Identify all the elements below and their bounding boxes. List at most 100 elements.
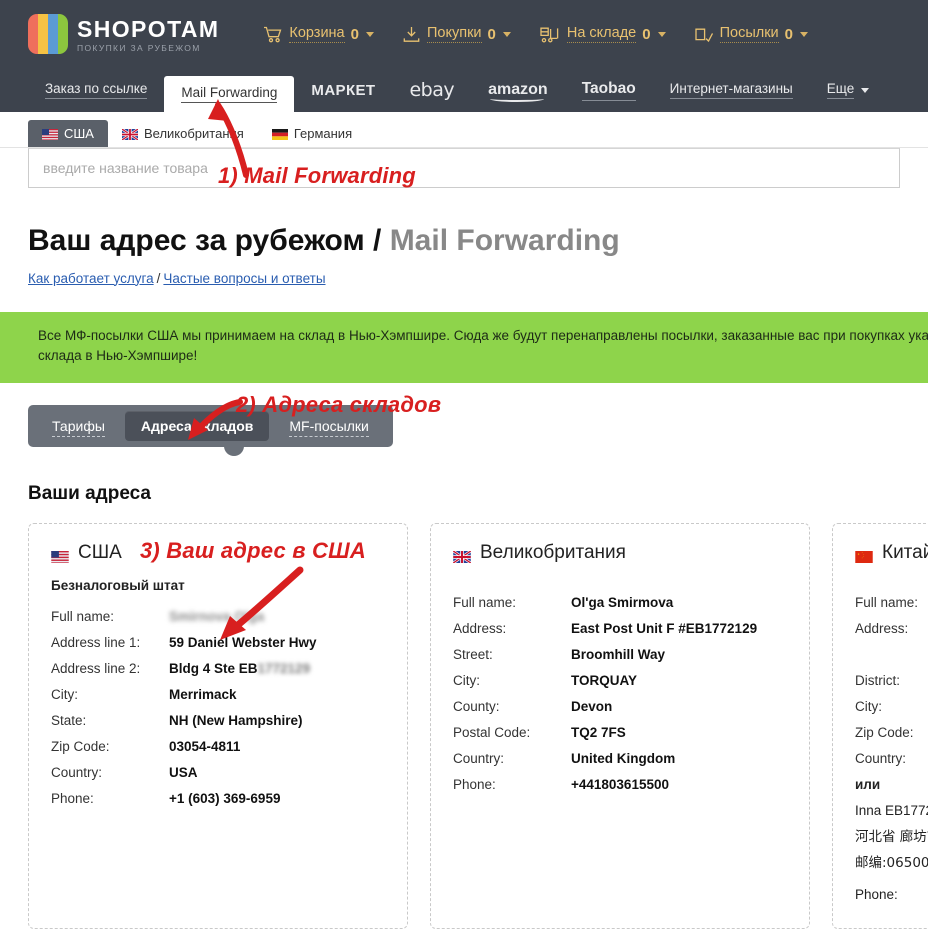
field-label: Address line 2: — [51, 661, 141, 677]
field-label: Country: — [51, 765, 103, 781]
field-value-address: East Post Unit F #EB1772129 — [571, 621, 758, 637]
site-logo[interactable]: SHOPOTAM ПОКУПКИ ЗА РУБЕЖОМ — [28, 14, 219, 54]
field-label — [855, 642, 928, 668]
field-label: State: — [51, 713, 87, 729]
china-phone-label: Phone: — [855, 887, 898, 903]
field-label: Postal Code: — [453, 725, 531, 741]
cn-flag-icon — [855, 547, 873, 564]
info-banner-text: Все МФ-посылки США мы принимаем на склад… — [38, 327, 928, 364]
nav-item-parcels-count: 0 — [784, 25, 793, 43]
subnav-item-market[interactable]: МАРКЕТ — [294, 68, 392, 112]
field-row: Address: East Post Unit F #EB1772129 — [453, 616, 787, 642]
subnav-label: МАРКЕТ — [311, 81, 376, 99]
logo-subtitle: ПОКУПКИ ЗА РУБЕЖОМ — [77, 42, 201, 53]
subnav-item-amazon[interactable]: amazon — [471, 68, 565, 112]
china-alt-label: или — [855, 777, 881, 793]
nav-item-parcels[interactable]: Посылки 0 — [694, 25, 808, 43]
tab-warehouse-addresses[interactable]: Адреса складов — [124, 411, 270, 442]
uk-flag-icon — [452, 547, 472, 565]
category-nav: Заказ по ссылке Mail Forwarding МАРКЕТ e… — [0, 68, 928, 112]
field-row: Phone: +441803615500 — [453, 772, 787, 798]
nav-item-cart[interactable]: Корзина 0 — [263, 25, 374, 43]
country-tab-label: Германия — [293, 126, 353, 141]
chevron-down-icon[interactable] — [657, 31, 666, 37]
chevron-down-icon[interactable] — [861, 87, 870, 93]
field-label: Phone: — [51, 791, 94, 807]
address-card-usa-title: США — [78, 542, 122, 564]
search-placeholder: введите название товара — [43, 160, 208, 176]
subnav-item-more[interactable]: Еще — [810, 68, 886, 112]
subnav-item-taobao[interactable]: Taobao — [565, 68, 653, 112]
field-value-country: United Kingdom — [571, 751, 676, 767]
tab-label: Тарифы — [52, 418, 105, 438]
subnav-item-ebay[interactable]: ebay — [392, 68, 471, 112]
subnav-label: ebay — [409, 79, 455, 101]
subnav-label: amazon — [488, 81, 548, 102]
address-card-uk: Великобритания Full name: Ol'ga Smirmova … — [430, 523, 810, 930]
address-card-usa: США Безналоговый штат Full name: Smirnova… — [28, 523, 408, 930]
country-tab-label: США — [64, 126, 94, 141]
link-faq[interactable]: Частые вопросы и ответы — [163, 271, 325, 286]
logo-mark-icon — [28, 14, 68, 54]
field-row: Street: Broomhill Way — [453, 642, 787, 668]
main-content: Ваш адрес за рубежом / Mail Forwarding К… — [0, 224, 928, 930]
link-separator: / — [156, 270, 161, 286]
field-row — [855, 642, 928, 668]
page-sublinks: Как работает услуга / Частые вопросы и отв… — [28, 271, 900, 286]
field-value-address-line-2: Bldg 4 Ste EB1772129 — [169, 661, 311, 677]
section-title: Ваши адреса — [28, 483, 151, 505]
field-label: Full name: — [51, 609, 115, 625]
field-value-phone: +441803615500 — [571, 777, 669, 793]
search-input[interactable]: введите название товара — [28, 148, 900, 188]
address-card-china: Китай Full name: Address: District: City… — [832, 523, 928, 930]
field-row: Full name: Smirnova Olga — [51, 604, 385, 630]
tab-mf-parcels[interactable]: MF-посылки — [273, 411, 384, 441]
field-row: Address line 1: 59 Daniel Webster Hwy — [51, 630, 385, 656]
field-row: State: NH (New Hampshire) — [51, 708, 385, 734]
subnav-item-online-stores[interactable]: Интернет-магазины — [653, 68, 810, 112]
link-how-it-works[interactable]: Как работает услуга — [28, 271, 154, 286]
chevron-down-icon[interactable] — [502, 31, 511, 37]
box-check-icon — [694, 26, 714, 43]
subnav-label: Еще — [826, 81, 855, 99]
subnav-item-order-by-link[interactable]: Заказ по ссылке — [28, 68, 164, 112]
field-row: Full name: Ol'ga Smirmova — [453, 590, 787, 616]
field-value-postal-code: TQ2 7FS — [571, 725, 626, 741]
field-row: Country: United Kingdom — [453, 746, 787, 772]
address-card-uk-header: Великобритания — [452, 542, 787, 565]
nav-item-parcels-label: Посылки — [719, 25, 779, 43]
country-tab-germany[interactable]: Германия — [258, 120, 366, 147]
tab-pointer-nub — [224, 446, 244, 457]
uk-flag-icon — [121, 128, 139, 141]
subnav-label: Mail Forwarding — [181, 85, 278, 103]
nav-item-cart-count: 0 — [350, 25, 359, 43]
chevron-down-icon[interactable] — [365, 31, 374, 37]
field-value-city: TORQUAY — [571, 673, 638, 689]
field-label: Address: — [453, 621, 507, 637]
field-row: Country: USA — [51, 760, 385, 786]
amazon-swoosh-icon — [490, 96, 544, 102]
country-tab-usa[interactable]: США — [28, 120, 108, 147]
address-card-uk-title: Великобритания — [480, 542, 626, 564]
nav-item-purchases[interactable]: Покупки 0 — [402, 25, 511, 43]
chevron-down-icon[interactable] — [799, 31, 808, 37]
account-nav: Корзина 0 Покупки 0 На складе 0 Посылки … — [263, 25, 808, 43]
field-label: City: — [453, 673, 480, 689]
address-card-usa-note: Безналоговый штат — [51, 578, 185, 594]
logo-title: SHOPOTAM — [77, 15, 220, 42]
country-tab-uk[interactable]: Великобритания — [108, 120, 258, 147]
page-title: Ваш адрес за рубежом / Mail Forwarding — [28, 224, 900, 259]
address-card-china-header: Китай — [855, 542, 928, 564]
field-row: District: — [855, 668, 928, 694]
subnav-label: Заказ по ссылке — [45, 81, 148, 99]
field-value-full-name: Smirnova Olga — [169, 609, 265, 625]
nav-item-warehouse[interactable]: На складе 0 — [539, 25, 666, 43]
nav-item-purchases-count: 0 — [487, 25, 496, 43]
tab-tariffs[interactable]: Тарифы — [36, 411, 121, 441]
country-tabs: США Великобритания Германия — [0, 112, 928, 148]
field-value-address-line-1: 59 Daniel Webster Hwy — [169, 635, 317, 651]
subnav-item-mail-forwarding[interactable]: Mail Forwarding — [164, 76, 295, 112]
nav-item-warehouse-label: На складе — [566, 25, 637, 43]
page-title-main: Ваш адрес за рубежом — [28, 224, 365, 257]
